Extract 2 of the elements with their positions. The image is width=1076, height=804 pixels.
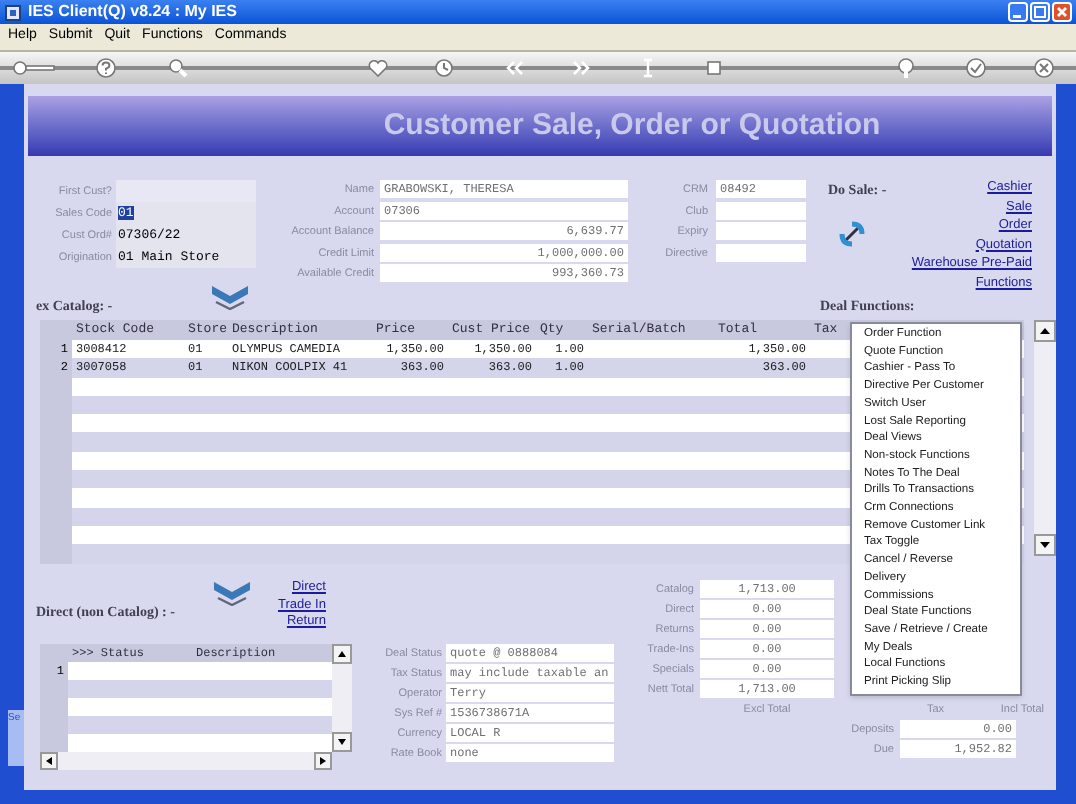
page-banner: Customer Sale, Order or Quotation [28, 96, 1052, 156]
window-title: IES Client(Q) v8.24 : My IES [28, 4, 237, 20]
